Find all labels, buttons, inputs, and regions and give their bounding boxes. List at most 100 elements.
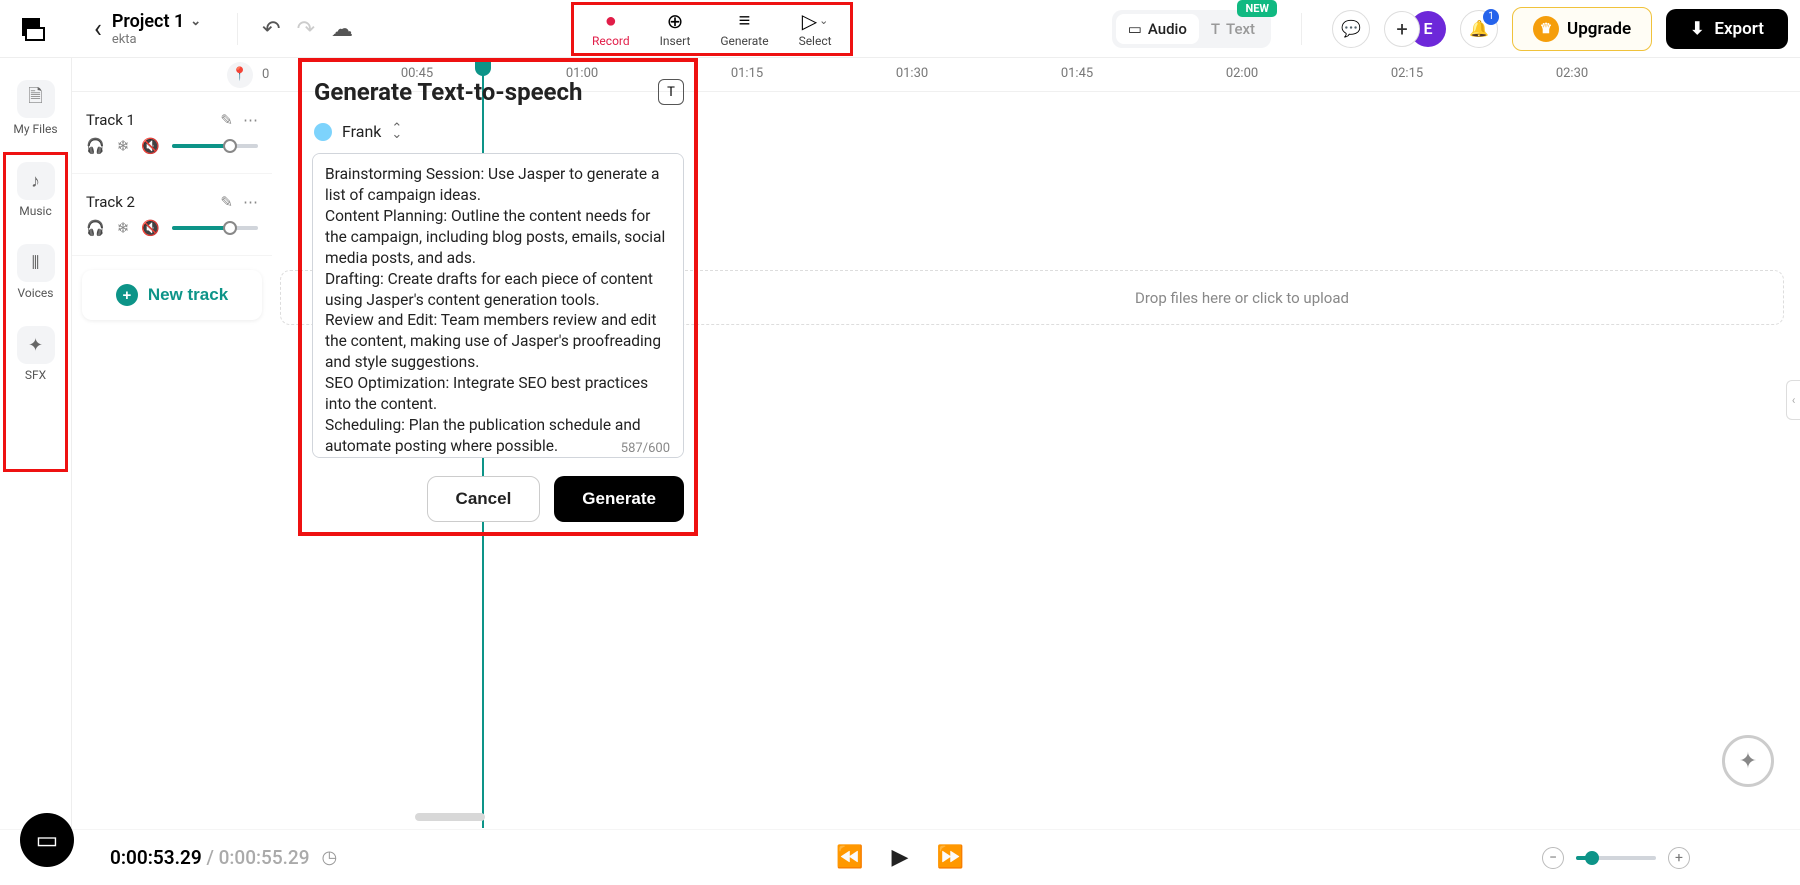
collab-avatars[interactable]: + E xyxy=(1384,11,1446,47)
volume-slider[interactable] xyxy=(172,144,258,148)
sparkle-icon: ✦ xyxy=(1739,749,1757,774)
cloud-icon: ☁ xyxy=(331,16,353,41)
project-name: Project 1 xyxy=(112,11,184,32)
track-name: Track 1 xyxy=(86,111,210,129)
divider xyxy=(1301,13,1302,45)
horizontal-scrollbar[interactable] xyxy=(285,813,1780,823)
stopwatch-icon[interactable]: ◷ xyxy=(322,847,338,868)
track-name: Track 2 xyxy=(86,193,210,211)
select-tool[interactable]: ▷⌄ Select xyxy=(799,10,832,48)
notif-count: 1 xyxy=(1483,9,1499,25)
text-mode-label: Text xyxy=(1226,20,1255,38)
audio-mode-button[interactable]: ▭ Audio xyxy=(1116,14,1199,44)
scrollbar-thumb[interactable] xyxy=(415,813,485,821)
track-2: Track 2 ✎ ⋯ 🎧 ❄ 🔇 xyxy=(72,174,272,256)
wand-icon[interactable]: ✎ xyxy=(220,111,233,129)
add-collab-button[interactable]: + xyxy=(1384,11,1420,47)
mute-icon[interactable]: 🔇 xyxy=(141,219,160,237)
pin-icon[interactable]: 📍 xyxy=(227,62,253,88)
app-logo[interactable] xyxy=(12,8,54,50)
time-tick: 02:30 xyxy=(1556,66,1588,81)
back-chevron-icon[interactable]: ‹ xyxy=(94,14,102,44)
tts-textarea[interactable] xyxy=(312,153,684,458)
tracks-ruler: 📍 0 xyxy=(72,58,272,92)
cloud-button[interactable]: ☁ xyxy=(323,12,361,46)
headphones-icon[interactable]: 🎧 xyxy=(86,219,105,237)
sidebar-item-voices[interactable]: ⦀ Voices xyxy=(0,238,71,306)
zoom-in-button[interactable]: + xyxy=(1668,847,1690,869)
project-title-block[interactable]: Project 1 ⌄ ekta xyxy=(112,11,201,47)
divider xyxy=(237,13,238,45)
play-button[interactable]: ▶ xyxy=(892,845,909,870)
select-label: Select xyxy=(799,34,832,48)
sidebar-item-music[interactable]: ♪ Music xyxy=(0,156,71,224)
sfx-icon: ✦ xyxy=(17,326,55,364)
record-icon: ● xyxy=(605,10,617,32)
voices-icon: ⦀ xyxy=(17,244,55,282)
chat-bubble-icon: ▭ xyxy=(36,826,59,854)
main-area: 🗎 My Files ♪ Music ⦀ Voices ✦ SFX 📍 0 Tr… xyxy=(0,58,1800,828)
more-icon[interactable]: ⋯ xyxy=(243,111,258,129)
more-icon[interactable]: ⋯ xyxy=(243,193,258,211)
redo-button[interactable]: ↷ xyxy=(289,12,323,46)
headphones-icon[interactable]: 🎧 xyxy=(86,137,105,155)
zoom-out-button[interactable]: − xyxy=(1542,847,1564,869)
volume-slider[interactable] xyxy=(172,226,258,230)
new-track-button[interactable]: + New track xyxy=(82,270,262,320)
new-track-label: New track xyxy=(148,285,228,305)
timeline[interactable]: 00:45 01:00 01:15 01:30 01:45 02:00 02:1… xyxy=(272,58,1800,828)
time-tick: 01:30 xyxy=(896,66,928,81)
workarea: 📍 0 Track 1 ✎ ⋯ 🎧 ❄ 🔇 Track 2 xyxy=(72,58,1800,828)
snowflake-icon[interactable]: ❄ xyxy=(117,137,130,155)
ai-sparkle-button[interactable]: ✦ xyxy=(1722,735,1774,787)
tts-modal-highlight: Generate Text-to-speech T Frank ⌃⌄ 587/6… xyxy=(298,58,698,536)
right-edge-tab[interactable]: ‹ xyxy=(1786,380,1800,420)
export-button[interactable]: ⬇ Export xyxy=(1666,9,1788,49)
ruler-start-label: 0 xyxy=(262,67,269,82)
avatar-initial: E xyxy=(1424,19,1433,38)
record-tool[interactable]: ● Record xyxy=(592,10,630,48)
undo-button[interactable]: ↶ xyxy=(254,12,288,46)
plus-icon: + xyxy=(1396,17,1407,41)
wand-icon[interactable]: ✎ xyxy=(220,193,233,211)
sidebar-label: My Files xyxy=(13,122,57,136)
mute-icon[interactable]: 🔇 xyxy=(141,137,160,155)
notifications-button[interactable]: 🔔 1 xyxy=(1460,10,1498,48)
center-tools-highlight: ● Record ⊕ Insert ≡ Generate ▷⌄ Select xyxy=(571,2,853,56)
record-label: Record xyxy=(592,34,630,48)
snowflake-icon[interactable]: ❄ xyxy=(117,219,130,237)
generate-tool[interactable]: ≡ Generate xyxy=(720,10,768,48)
text-frame-icon[interactable]: T xyxy=(658,79,684,105)
duration: 0:00:55.29 xyxy=(219,846,310,869)
updown-icon: ⌃⌄ xyxy=(391,126,402,138)
tracks-panel: 📍 0 Track 1 ✎ ⋯ 🎧 ❄ 🔇 Track 2 xyxy=(72,58,272,828)
voice-dot-icon xyxy=(314,123,332,141)
export-label: Export xyxy=(1714,19,1764,39)
rewind-button[interactable]: ⏪ xyxy=(836,845,863,870)
time-tick: 01:15 xyxy=(731,66,763,81)
forward-button[interactable]: ⏩ xyxy=(936,845,963,870)
insert-tool[interactable]: ⊕ Insert xyxy=(660,10,691,48)
zoom-slider[interactable] xyxy=(1576,856,1656,860)
top-bar: ‹ Project 1 ⌄ ekta ↶ ↷ ☁ ● Record ⊕ Inse… xyxy=(0,0,1800,58)
chat-button[interactable]: 💬 xyxy=(1332,10,1370,48)
sidebar-item-sfx[interactable]: ✦ SFX xyxy=(0,320,71,388)
dropzone-label: Drop files here or click to upload xyxy=(1135,289,1349,307)
voice-selector[interactable]: Frank ⌃⌄ xyxy=(312,122,684,141)
download-icon: ⬇ xyxy=(1690,19,1704,39)
sidebar-item-myfiles[interactable]: 🗎 My Files xyxy=(0,74,71,142)
text-mode-button[interactable]: T Text xyxy=(1199,14,1267,44)
transport: ⏪ ▶ ⏩ xyxy=(836,845,964,870)
voice-name: Frank xyxy=(342,122,381,141)
new-badge: NEW xyxy=(1237,0,1277,17)
file-icon: 🗎 xyxy=(17,80,55,118)
mode-switch: ▭ Audio T Text NEW xyxy=(1112,10,1271,48)
upgrade-button[interactable]: ♛ Upgrade xyxy=(1512,7,1652,51)
upgrade-label: Upgrade xyxy=(1567,19,1631,39)
cancel-button[interactable]: Cancel xyxy=(427,476,541,522)
logo-icon xyxy=(18,14,48,44)
time-tick: 02:00 xyxy=(1226,66,1258,81)
generate-button[interactable]: Generate xyxy=(554,476,684,522)
cursor-icon: ▷⌄ xyxy=(802,10,829,32)
intercom-button[interactable]: ▭ xyxy=(20,813,74,867)
